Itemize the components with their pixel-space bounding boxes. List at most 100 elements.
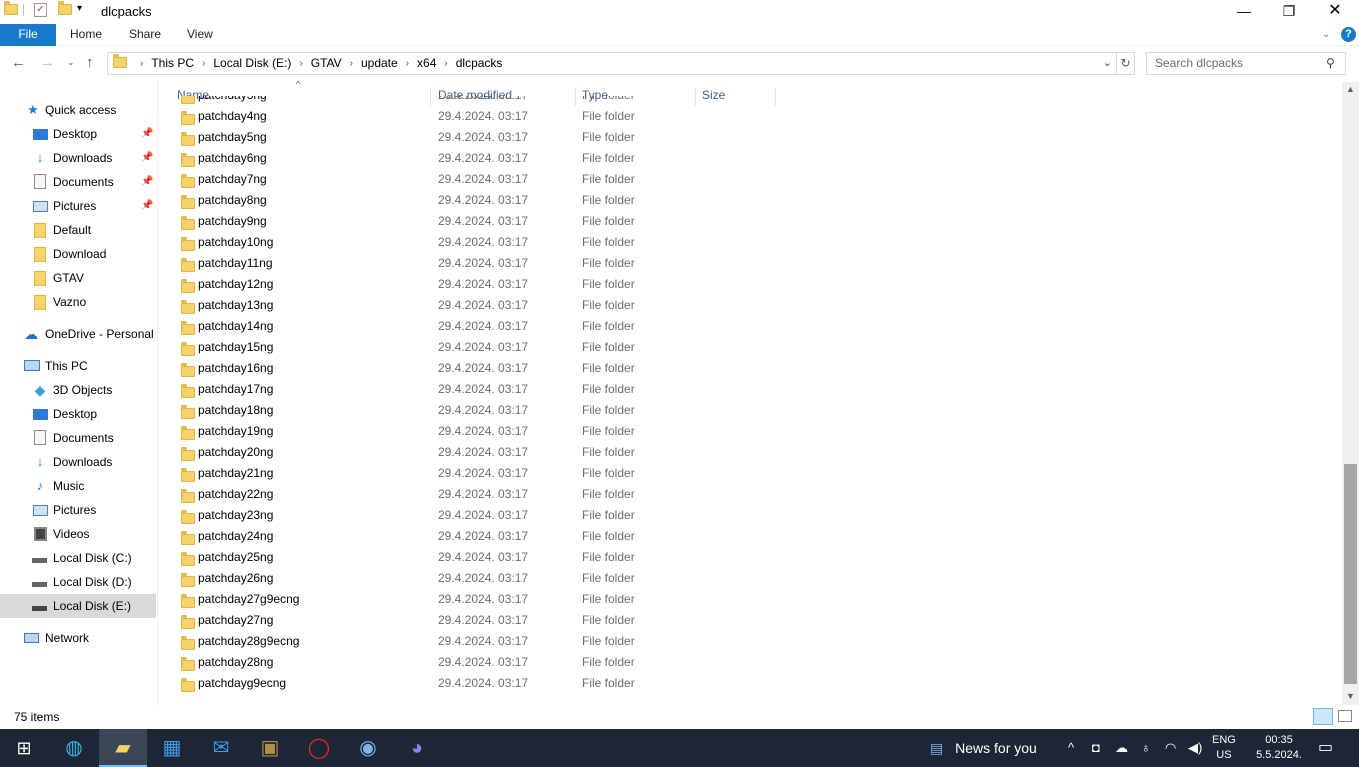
sidebar-item-videos[interactable]: Videos xyxy=(0,522,156,546)
file-row[interactable]: patchday13ng 29.4.2024. 03:17 File folder xyxy=(170,295,1340,316)
file-row[interactable]: patchday26ng 29.4.2024. 03:17 File folder xyxy=(170,568,1340,589)
tab-share[interactable]: Share xyxy=(129,24,161,46)
scrollbar-thumb[interactable] xyxy=(1344,464,1357,684)
file-row[interactable]: patchday12ng 29.4.2024. 03:17 File folder xyxy=(170,274,1340,295)
file-row[interactable]: patchday28g9ecng 29.4.2024. 03:17 File fol… xyxy=(170,631,1340,652)
file-row[interactable]: patchday17ng 29.4.2024. 03:17 File folder xyxy=(170,379,1340,400)
address-dropdown-icon[interactable]: ⌄ xyxy=(1103,56,1112,69)
help-icon[interactable]: ? xyxy=(1341,27,1356,42)
sidebar-item-download[interactable]: Download xyxy=(0,242,156,266)
file-row[interactable]: patchday3ng 29.4.2024. 03:17 File folder xyxy=(170,96,1340,106)
file-row[interactable]: patchday7ng 29.4.2024. 03:17 File folder xyxy=(170,169,1340,190)
sidebar-item-pictures-pinned[interactable]: Pictures 📌 xyxy=(0,194,156,218)
game-icon[interactable]: ▣ xyxy=(246,729,294,767)
minimize-button[interactable]: — xyxy=(1221,0,1267,24)
sidebar-item-default[interactable]: Default xyxy=(0,218,156,242)
sidebar-item-gtav[interactable]: GTAV xyxy=(0,266,156,290)
file-row[interactable]: patchday27ng 29.4.2024. 03:17 File folder xyxy=(170,610,1340,631)
breadcrumb-this-pc[interactable]: This PC xyxy=(151,56,194,72)
details-view-icon[interactable] xyxy=(1313,708,1333,725)
sidebar-item-local-disk-c[interactable]: Local Disk (C:) xyxy=(0,546,156,570)
address-bar[interactable]: › This PC › Local Disk (E:) › GTAV › upd… xyxy=(107,52,1117,75)
sidebar-item-downloads[interactable]: ↓ Downloads xyxy=(0,450,156,474)
file-row[interactable]: patchday4ng 29.4.2024. 03:17 File folder xyxy=(170,106,1340,127)
quick-access-toolbar-dropdown-icon[interactable]: ▾ xyxy=(77,3,82,14)
file-row[interactable]: patchday8ng 29.4.2024. 03:17 File folder xyxy=(170,190,1340,211)
file-row[interactable]: patchday25ng 29.4.2024. 03:17 File folder xyxy=(170,547,1340,568)
sidebar-item-local-disk-e[interactable]: Local Disk (E:) xyxy=(0,594,156,618)
sidebar-item-documents-pinned[interactable]: Documents 📌 xyxy=(0,170,156,194)
start-button-icon[interactable]: ⊞ xyxy=(0,729,48,767)
discord-icon[interactable]: ◕ xyxy=(393,729,441,767)
sidebar-item-network[interactable]: Network xyxy=(0,626,156,650)
breadcrumb-gtav[interactable]: GTAV xyxy=(311,56,342,72)
news-widget[interactable]: ▤ News for you xyxy=(930,729,1037,767)
opera-icon[interactable]: ◯ xyxy=(295,729,343,767)
close-button[interactable]: ✕ xyxy=(1312,0,1358,24)
forward-arrow-icon[interactable]: → xyxy=(40,54,55,71)
sidebar-item-this-pc[interactable]: This PC xyxy=(0,354,156,378)
restore-button[interactable]: ❐ xyxy=(1266,0,1312,24)
sidebar-item-downloads-pinned[interactable]: ↓ Downloads 📌 xyxy=(0,146,156,170)
chevron-right-icon[interactable]: › xyxy=(140,56,143,72)
new-folder-icon[interactable] xyxy=(58,1,72,18)
microphone-icon[interactable]: ♁ xyxy=(1141,729,1151,767)
tab-file[interactable]: File xyxy=(0,24,56,46)
sidebar-item-quick-access[interactable]: ★ Quick access xyxy=(0,98,156,122)
notifications-icon[interactable]: ▭ xyxy=(1318,729,1333,767)
breadcrumb-update[interactable]: update xyxy=(361,56,398,72)
sidebar-item-pictures[interactable]: Pictures xyxy=(0,498,156,522)
chevron-up-icon[interactable]: ^ xyxy=(1068,729,1074,767)
sidebar-item-music[interactable]: ♪ Music xyxy=(0,474,156,498)
file-row[interactable]: patchday10ng 29.4.2024. 03:17 File folder xyxy=(170,232,1340,253)
clock[interactable]: 00:35 5.5.2024. xyxy=(1248,733,1310,763)
refresh-icon[interactable]: ↻ xyxy=(1117,52,1135,75)
file-row[interactable]: patchday24ng 29.4.2024. 03:17 File folder xyxy=(170,526,1340,547)
file-row[interactable]: patchday16ng 29.4.2024. 03:17 File folder xyxy=(170,358,1340,379)
file-row[interactable]: patchday18ng 29.4.2024. 03:17 File folder xyxy=(170,400,1340,421)
edge-icon[interactable]: ◍ xyxy=(50,729,98,767)
file-row[interactable]: patchday15ng 29.4.2024. 03:17 File folder xyxy=(170,337,1340,358)
app-icon[interactable]: ◉ xyxy=(344,729,392,767)
breadcrumb-local-disk-e[interactable]: Local Disk (E:) xyxy=(213,56,291,72)
file-row[interactable]: patchday23ng 29.4.2024. 03:17 File folder xyxy=(170,505,1340,526)
wifi-icon[interactable]: ◠ xyxy=(1165,729,1176,767)
file-row[interactable]: patchday11ng 29.4.2024. 03:17 File folder xyxy=(170,253,1340,274)
onedrive-tray-icon[interactable]: ☁ xyxy=(1115,729,1128,767)
expand-ribbon-icon[interactable]: ⌄ xyxy=(1322,24,1330,46)
sidebar-item-local-disk-d[interactable]: Local Disk (D:) xyxy=(0,570,156,594)
vertical-scrollbar[interactable]: ▲ ▼ xyxy=(1342,82,1359,705)
up-arrow-icon[interactable]: ↑ xyxy=(86,54,94,71)
language-indicator[interactable]: ENG US xyxy=(1212,733,1236,763)
meet-icon[interactable]: ◘ xyxy=(1092,729,1100,767)
scroll-down-icon[interactable]: ▼ xyxy=(1342,691,1359,701)
chevron-right-icon[interactable]: › xyxy=(406,56,409,72)
file-row[interactable]: patchday20ng 29.4.2024. 03:17 File folder xyxy=(170,442,1340,463)
mail-icon[interactable]: ✉ xyxy=(197,729,245,767)
file-row[interactable]: patchday28ng 29.4.2024. 03:17 File folder xyxy=(170,652,1340,673)
file-row[interactable]: patchday6ng 29.4.2024. 03:17 File folder xyxy=(170,148,1340,169)
chevron-right-icon[interactable]: › xyxy=(299,56,302,72)
back-arrow-icon[interactable]: ← xyxy=(11,54,26,71)
file-row[interactable]: patchday19ng 29.4.2024. 03:17 File folder xyxy=(170,421,1340,442)
sidebar-item-desktop[interactable]: Desktop xyxy=(0,402,156,426)
file-row[interactable]: patchday5ng 29.4.2024. 03:17 File folder xyxy=(170,127,1340,148)
sidebar-item-documents[interactable]: Documents xyxy=(0,426,156,450)
volume-icon[interactable]: ◀) xyxy=(1188,729,1202,767)
breadcrumb-dlcpacks[interactable]: dlcpacks xyxy=(456,56,503,72)
search-input[interactable]: Search dlcpacks xyxy=(1146,52,1346,75)
sidebar-item-3d-objects[interactable]: ◆ 3D Objects xyxy=(0,378,156,402)
chevron-right-icon[interactable]: › xyxy=(444,56,447,72)
chevron-right-icon[interactable]: › xyxy=(350,56,353,72)
chevron-right-icon[interactable]: › xyxy=(202,56,205,72)
file-row[interactable]: patchday9ng 29.4.2024. 03:17 File folder xyxy=(170,211,1340,232)
sidebar-item-onedrive[interactable]: ☁ OneDrive - Personal xyxy=(0,322,156,346)
tab-view[interactable]: View xyxy=(187,24,213,46)
file-row[interactable]: patchday27g9ecng 29.4.2024. 03:17 File fol… xyxy=(170,589,1340,610)
tab-home[interactable]: Home xyxy=(70,24,102,46)
scroll-up-icon[interactable]: ▲ xyxy=(1342,84,1359,94)
file-row[interactable]: patchday22ng 29.4.2024. 03:17 File folder xyxy=(170,484,1340,505)
sidebar-item-vazno[interactable]: Vazno xyxy=(0,290,156,314)
recent-locations-icon[interactable]: ⌄ xyxy=(67,57,75,68)
sidebar-item-desktop-pinned[interactable]: Desktop 📌 xyxy=(0,122,156,146)
